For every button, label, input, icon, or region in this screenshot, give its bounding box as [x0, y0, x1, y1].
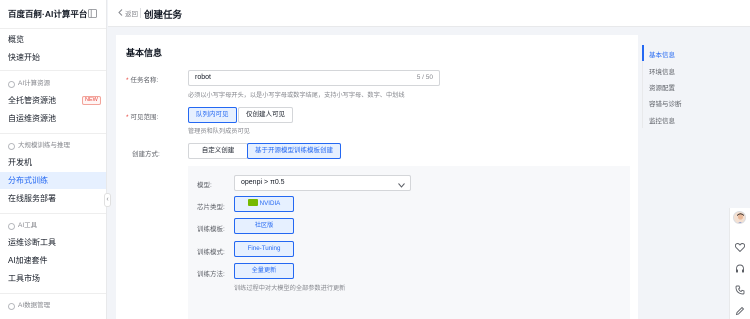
back-button[interactable]: 返回 [118, 8, 138, 18]
chip-type-label: 芯片类型: [197, 204, 225, 211]
page-header: 返回 创建任务 [108, 0, 750, 27]
train-mode-option[interactable]: Fine-Tuning [234, 241, 294, 257]
sidebar: 百度百舸·AI计算平台 概览 快速开始 AI计算资源 全托管资源池 NEW 自运… [0, 0, 107, 319]
divider [0, 293, 106, 294]
visibility-hint: 管理员和队列成员可见 [188, 128, 250, 135]
divider [140, 8, 141, 18]
sidebar-item-label: 全托管资源池 [8, 96, 56, 105]
train-template-option[interactable]: 社区版 [234, 218, 294, 234]
nav-group-label: AI计算资源 [18, 80, 51, 87]
sidebar-item-ops-diagnosis[interactable]: 运维诊断工具 [0, 234, 106, 251]
heart-icon[interactable] [734, 241, 746, 253]
model-select[interactable]: openpi > π0.5 [234, 175, 411, 191]
nav-group-training: 大规模训练与推理 [8, 140, 70, 152]
visibility-option-creator[interactable]: 仅创建人可见 [238, 107, 293, 123]
create-mode-custom[interactable]: 自定义创建 [188, 143, 248, 159]
chevron-left-icon [118, 8, 123, 18]
divider [0, 213, 106, 214]
template-config-panel: 模型: openpi > π0.5 芯片类型: NVIDIA 训练模板: 社区版… [188, 166, 630, 319]
chip-type-option-nvidia[interactable]: NVIDIA [234, 196, 294, 212]
nav-group-compute: AI计算资源 [8, 78, 50, 90]
anchor-fault-tolerance[interactable]: 容错与诊断 [649, 98, 682, 108]
sidebar-toggle-handle[interactable]: ‹ [104, 193, 111, 207]
train-method-label: 训练方法: [197, 271, 225, 278]
nav-group-label: AI工具 [18, 222, 38, 229]
visibility-option-queue[interactable]: 队列内可见 [188, 107, 237, 123]
train-mode-label: 训练模式: [197, 249, 225, 256]
section-title: 基本信息 [126, 48, 163, 58]
nvidia-logo-icon [247, 199, 258, 206]
task-name-value: robot [195, 74, 211, 81]
create-mode-label: 创建方式: [132, 151, 160, 158]
sidebar-item-tool-market[interactable]: 工具市场 [0, 270, 106, 287]
anchor-basic-info[interactable]: 基本信息 [649, 49, 675, 59]
group-icon [8, 80, 15, 88]
brand-title: 百度百舸·AI计算平台 [8, 9, 88, 19]
sidebar-item-quickstart[interactable]: 快速开始 [0, 49, 106, 66]
anchor-resources[interactable]: 资源配置 [649, 82, 675, 92]
sidebar-item-ai-acceleration[interactable]: AI加速套件 [0, 252, 106, 269]
task-name-input[interactable]: robot 5 / 50 [188, 70, 440, 86]
sidebar-collapse-icon[interactable] [87, 8, 97, 18]
divider [0, 70, 106, 71]
page-title: 创建任务 [144, 10, 183, 21]
group-icon [8, 302, 15, 310]
anchor-environment[interactable]: 环境信息 [649, 66, 675, 76]
assistant-avatar[interactable] [733, 211, 746, 224]
create-mode-template[interactable]: 基于开源模型训练模板创建 [247, 143, 341, 159]
nav-group-data: AI数据管理 [8, 300, 50, 312]
group-icon [8, 142, 15, 150]
divider [0, 133, 106, 134]
anchor-nav-indicator [642, 45, 644, 61]
train-method-option[interactable]: 全量更新 [234, 263, 294, 279]
chevron-down-icon [398, 180, 405, 194]
form-panel: 基本信息 * 任务名称: robot 5 / 50 必须以小写字母开头，以是小写字… [116, 35, 638, 319]
task-name-hint: 必须以小写字母开头，以是小写字母或数字结尾，支持小写字母、数字、中划线 [188, 92, 405, 99]
group-icon [8, 222, 15, 230]
phone-icon[interactable] [734, 284, 746, 296]
sidebar-item-dev-machine[interactable]: 开发机 [0, 154, 106, 171]
nav-group-label: AI数据管理 [18, 302, 51, 309]
new-badge: NEW [82, 96, 101, 105]
sidebar-item-self-managed-pool[interactable]: 自运维资源池 [0, 110, 106, 127]
model-value: openpi > π0.5 [241, 179, 285, 186]
train-template-label: 训练模板: [197, 226, 225, 233]
sidebar-item-online-serving[interactable]: 在线服务部署 [0, 190, 106, 207]
nav-group-ai-tools: AI工具 [8, 220, 37, 232]
chip-type-value: NVIDIA [259, 200, 281, 207]
nav-group-label: 大规模训练与推理 [18, 142, 70, 149]
sidebar-item-managed-pool[interactable]: 全托管资源池 NEW [0, 92, 106, 109]
train-method-hint: 训练过程中对大模型的全部参数进行更新 [234, 285, 346, 292]
sidebar-item-distributed-training[interactable]: 分布式训练 [0, 172, 106, 189]
sidebar-item-overview[interactable]: 概览 [0, 31, 106, 48]
anchor-monitoring[interactable]: 监控信息 [649, 115, 675, 125]
headset-icon[interactable] [734, 263, 746, 275]
divider [0, 28, 106, 29]
char-counter: 5 / 50 [416, 74, 433, 81]
back-label: 返回 [125, 11, 138, 18]
edit-icon[interactable] [734, 305, 746, 317]
model-label: 模型: [197, 182, 212, 189]
visibility-label: * 可见范围: [126, 114, 159, 121]
task-name-label: * 任务名称: [126, 77, 159, 84]
